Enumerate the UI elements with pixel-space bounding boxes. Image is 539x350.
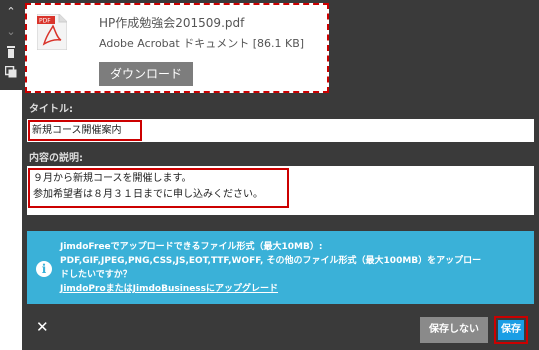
description-label: 内容の説明: — [29, 153, 83, 164]
description-line-2: 参加希望者は８月３１日までに申し込みください。 — [33, 189, 263, 200]
save-button[interactable]: 保存 — [498, 320, 524, 340]
file-edit-panel: PDF HP作成勉強会201509.pdf Adobe Acrobat ドキュメ… — [22, 0, 539, 350]
save-highlight: 保存 — [494, 316, 528, 344]
duplicate-icon[interactable] — [0, 65, 22, 82]
description-field-area[interactable]: ９月から新規コースを開催します。 参加希望者は８月３１日までに申し込みください。 — [27, 166, 534, 215]
title-input[interactable]: 新規コース開催案内 — [28, 120, 142, 141]
description-textarea[interactable]: ９月から新規コースを開催します。 参加希望者は８月３１日までに申し込みください。 — [28, 168, 289, 208]
download-button[interactable]: ダウンロード — [99, 62, 193, 86]
info-line-3: ドしたいですか？ — [60, 270, 132, 280]
action-bar: ✕ 保存しない 保存 — [22, 312, 539, 350]
chevron-up-icon[interactable]: ⌃ — [0, 4, 22, 20]
dont-save-button[interactable]: 保存しない — [420, 317, 488, 343]
info-text: JimdoFreeでアップロードできるファイル形式（最大10MB）: PDF,G… — [60, 240, 530, 296]
title-field-area[interactable]: 新規コース開催案内 — [27, 119, 534, 142]
upgrade-link[interactable]: JimdoProまたはJimdoBusinessにアップグレード — [60, 282, 530, 296]
file-type: Adobe Acrobat ドキュメント [86.1 KB] — [99, 37, 305, 50]
close-icon[interactable]: ✕ — [36, 318, 49, 336]
trash-icon[interactable] — [0, 46, 22, 62]
info-line-2: PDF,GIF,JPEG,PNG,CSS,JS,EOT,TTF,WOFF, その… — [60, 256, 482, 266]
file-name: HP作成勉強会201509.pdf — [99, 16, 245, 30]
file-preview: PDF HP作成勉強会201509.pdf Adobe Acrobat ドキュメ… — [25, 3, 329, 93]
info-icon: i — [36, 261, 52, 277]
info-line-1: JimdoFreeでアップロードできるファイル形式（最大10MB）: — [60, 242, 323, 252]
pdf-icon-svg: PDF — [36, 13, 68, 51]
upgrade-info-box: i JimdoFreeでアップロードできるファイル形式（最大10MB）: PDF… — [27, 231, 534, 304]
pdf-file-icon: PDF — [36, 13, 68, 51]
duplicate-icon-svg — [4, 65, 17, 78]
block-toolbar: ⌃ ⌄ — [0, 0, 22, 90]
description-line-1: ９月から新規コースを開催します。 — [33, 173, 192, 184]
trash-icon-svg — [7, 46, 15, 58]
pdf-icon-label: PDF — [39, 18, 51, 25]
title-label: タイトル: — [29, 104, 73, 115]
chevron-down-icon[interactable]: ⌄ — [0, 24, 22, 40]
